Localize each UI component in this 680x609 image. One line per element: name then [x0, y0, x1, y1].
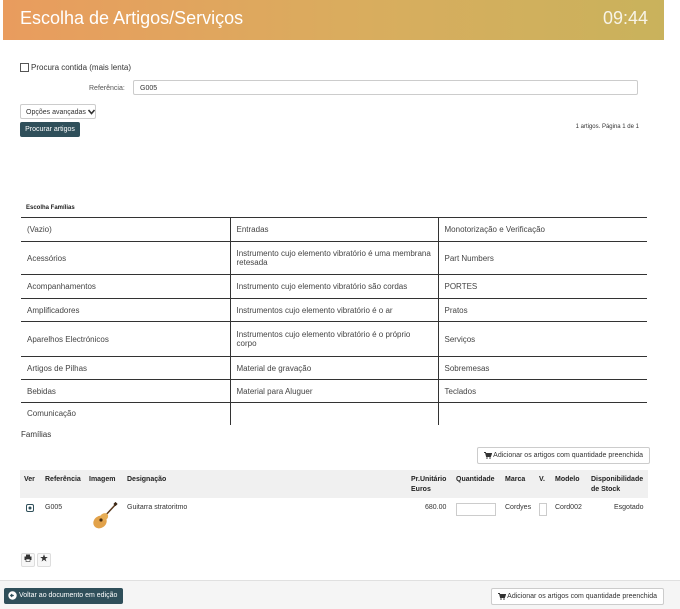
- family-row: Aparelhos Electrónicos Instrumentos cujo…: [21, 321, 647, 357]
- col-reference: Referência: [45, 476, 81, 483]
- col-designation: Designação: [127, 476, 167, 483]
- family-row: Amplificadores Instrumentos cujo element…: [21, 298, 647, 322]
- family-cell[interactable]: Material de gravação: [230, 356, 439, 380]
- article-stock: Esgotado: [614, 504, 644, 511]
- v-checkbox[interactable]: [539, 503, 547, 516]
- col-ver: Ver: [24, 476, 35, 483]
- family-cell[interactable]: Teclados: [438, 379, 647, 403]
- col-quantity: Quantidade: [456, 476, 495, 483]
- add-articles-label: Adicionar os artigos com quantidade pree…: [507, 593, 657, 600]
- family-row: Comunicação: [21, 402, 647, 425]
- reference-input[interactable]: G005: [133, 80, 638, 95]
- family-cell[interactable]: Serviços: [438, 321, 647, 357]
- articles-table: Ver Referência Imagem Designação Pr.Unit…: [20, 470, 648, 534]
- articles-table-header: Ver Referência Imagem Designação Pr.Unit…: [20, 470, 648, 498]
- add-articles-button-bottom[interactable]: Adicionar os artigos com quantidade pree…: [490, 588, 664, 605]
- favorite-button[interactable]: [37, 553, 51, 567]
- article-model: Cord002: [555, 504, 582, 511]
- view-icon[interactable]: [26, 504, 34, 512]
- family-cell[interactable]: Aparelhos Electrónicos: [21, 321, 231, 357]
- contained-search-label: Procura contida (mais lenta): [31, 63, 132, 72]
- print-button[interactable]: [21, 553, 35, 567]
- advanced-options-label: Opções avançadas: [26, 109, 86, 116]
- guitar-image: [93, 502, 118, 529]
- col-v: V.: [539, 476, 545, 483]
- cart-icon: [497, 592, 506, 600]
- quantity-input[interactable]: [456, 503, 496, 516]
- star-icon: [40, 554, 48, 562]
- col-brand: Marca: [505, 476, 526, 483]
- advanced-options-button[interactable]: Opções avançadas: [20, 104, 96, 119]
- family-row: Acompanhamentos Instrumento cujo element…: [21, 274, 647, 299]
- header-bar: Escolha de Artigos/Serviços 09:44: [3, 0, 664, 40]
- family-cell[interactable]: Monotorização e Verificação: [438, 217, 647, 242]
- family-cell[interactable]: Part Numbers: [438, 241, 647, 275]
- family-cell: [438, 402, 647, 425]
- families-section-label: Famílias: [21, 430, 52, 439]
- pager-info: 1 artigos. Página 1 de 1: [575, 124, 639, 130]
- table-row: G005 Guitarra stratoritmo 680.00 Cordyes…: [20, 498, 648, 534]
- family-cell[interactable]: Bebidas: [21, 379, 231, 403]
- contained-search-checkbox[interactable]: [20, 63, 29, 72]
- family-row: (Vazio) Entradas Monotorização e Verific…: [21, 217, 647, 242]
- search-articles-button[interactable]: Procurar artigos: [20, 122, 80, 137]
- family-cell[interactable]: Amplificadores: [21, 298, 231, 322]
- article-designation: Guitarra stratoritmo: [127, 504, 188, 511]
- family-cell[interactable]: Entradas: [230, 217, 439, 242]
- page-title: Escolha de Artigos/Serviços: [20, 8, 244, 28]
- back-to-document-label: Voltar ao documento em edição: [18, 592, 118, 599]
- article-brand: Cordyes: [505, 504, 532, 511]
- family-cell[interactable]: Instrumento cujo elemento vibratório é u…: [230, 241, 439, 275]
- chevron-down-icon: [87, 109, 95, 115]
- family-cell[interactable]: Artigos de Pilhas: [21, 356, 231, 380]
- family-cell[interactable]: Comunicação: [21, 402, 231, 425]
- reference-label: Referência:: [89, 85, 125, 92]
- families-title: Escolha Famílias: [26, 205, 75, 211]
- col-unit-price: Pr.Unitário Euros: [411, 476, 447, 493]
- family-cell[interactable]: PORTES: [438, 274, 647, 299]
- clock: 09:44: [602, 8, 648, 28]
- footer-bar: Voltar ao documento em edição Adicionar …: [0, 580, 680, 609]
- family-cell: [230, 402, 439, 425]
- family-row: Artigos de Pilhas Material de gravação S…: [21, 356, 647, 380]
- family-cell[interactable]: Pratos: [438, 298, 647, 322]
- family-cell[interactable]: Acessórios: [21, 241, 231, 275]
- families-table: (Vazio) Entradas Monotorização e Verific…: [21, 217, 647, 425]
- family-cell[interactable]: Instrumentos cujo elemento vibratório é …: [230, 321, 439, 357]
- col-model: Modelo: [555, 476, 580, 483]
- family-cell[interactable]: (Vazio): [21, 217, 231, 242]
- article-reference: G005: [45, 504, 63, 511]
- col-stock: Disponibilidade de Stock: [591, 476, 644, 493]
- family-cell[interactable]: Instrumento cujo elemento vibratório são…: [230, 274, 439, 299]
- family-cell[interactable]: Instrumentos cujo elemento vibratório é …: [230, 298, 439, 322]
- family-row: Bebidas Material para Aluguer Teclados: [21, 379, 647, 403]
- family-row: Acessórios Instrumento cujo elemento vib…: [21, 241, 647, 275]
- family-cell[interactable]: Sobremesas: [438, 356, 647, 380]
- col-image: Imagem: [89, 476, 116, 483]
- add-articles-button-top[interactable]: Adicionar os artigos com quantidade pree…: [476, 447, 650, 464]
- family-cell[interactable]: Acompanhamentos: [21, 274, 231, 299]
- printer-icon: [24, 554, 32, 562]
- back-to-document-button[interactable]: Voltar ao documento em edição: [4, 588, 124, 604]
- cart-icon: [483, 451, 492, 459]
- family-cell[interactable]: Material para Aluguer: [230, 379, 439, 403]
- arrow-left-circle-icon: [8, 590, 17, 600]
- add-articles-label: Adicionar os artigos com quantidade pree…: [493, 452, 643, 459]
- article-price: 680.00: [425, 504, 447, 511]
